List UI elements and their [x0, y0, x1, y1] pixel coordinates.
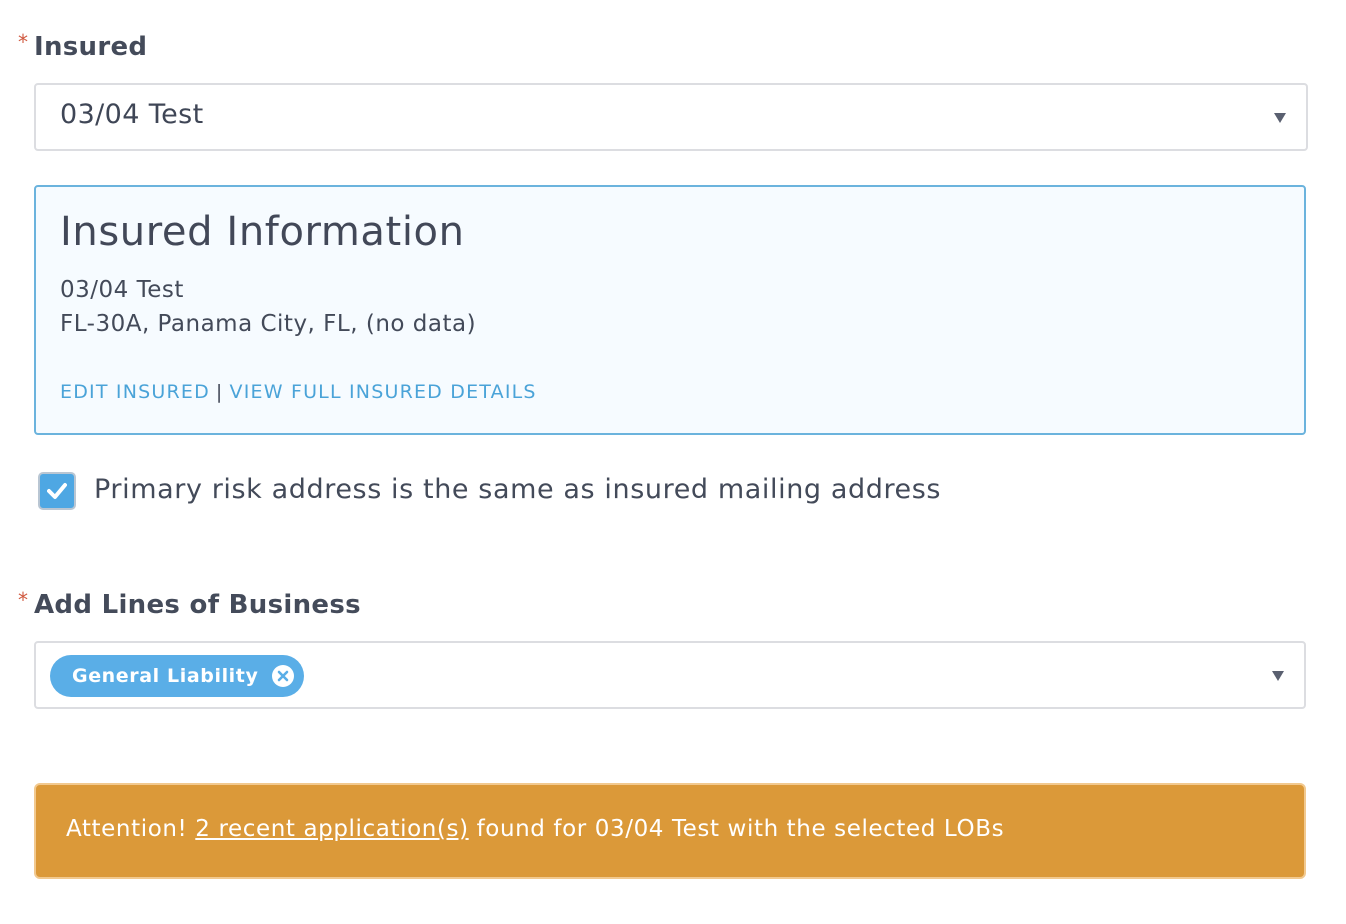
close-icon [278, 670, 289, 682]
insured-address: FL-30A, Panama City, FL, (no data) [60, 311, 477, 337]
required-asterisk: * [18, 30, 29, 54]
insured-label: * Insured [18, 30, 148, 62]
insured-information-panel: Insured Information 03/04 Test FL-30A, P… [34, 185, 1306, 435]
insured-select-value: 03/04 Test [60, 99, 204, 130]
alert-text: Attention! 2 recent application(s) found… [66, 816, 1004, 842]
primary-risk-address-checkbox[interactable] [38, 472, 76, 510]
required-asterisk: * [18, 588, 29, 612]
lines-of-business-label: * Add Lines of Business [18, 588, 361, 620]
edit-insured-link[interactable]: EDIT INSURED [60, 381, 210, 403]
insured-select[interactable]: 03/04 Test [34, 83, 1308, 151]
alert-suffix: found for 03/04 Test with the selected L… [476, 816, 1005, 842]
insured-information-title: Insured Information [60, 209, 465, 255]
link-separator: | [215, 381, 224, 403]
chevron-down-icon[interactable] [1274, 113, 1286, 123]
lob-tag-label: General Liability [72, 665, 259, 687]
insured-name: 03/04 Test [60, 277, 184, 303]
chevron-down-icon[interactable] [1272, 671, 1284, 681]
remove-tag-icon[interactable] [272, 665, 295, 687]
checkmark-icon [47, 483, 67, 499]
lines-of-business-label-text: Add Lines of Business [34, 590, 361, 620]
lines-of-business-select[interactable]: General Liability [34, 641, 1306, 709]
recent-applications-link[interactable]: 2 recent application(s) [195, 816, 468, 842]
insured-links: EDIT INSURED | VIEW FULL INSURED DETAILS [60, 381, 537, 403]
insured-label-text: Insured [34, 32, 148, 62]
primary-risk-address-label[interactable]: Primary risk address is the same as insu… [94, 474, 941, 505]
alert-prefix: Attention! [66, 816, 188, 842]
view-full-insured-details-link[interactable]: VIEW FULL INSURED DETAILS [230, 381, 537, 403]
lob-tag: General Liability [50, 655, 305, 697]
recent-applications-alert: Attention! 2 recent application(s) found… [34, 783, 1306, 879]
